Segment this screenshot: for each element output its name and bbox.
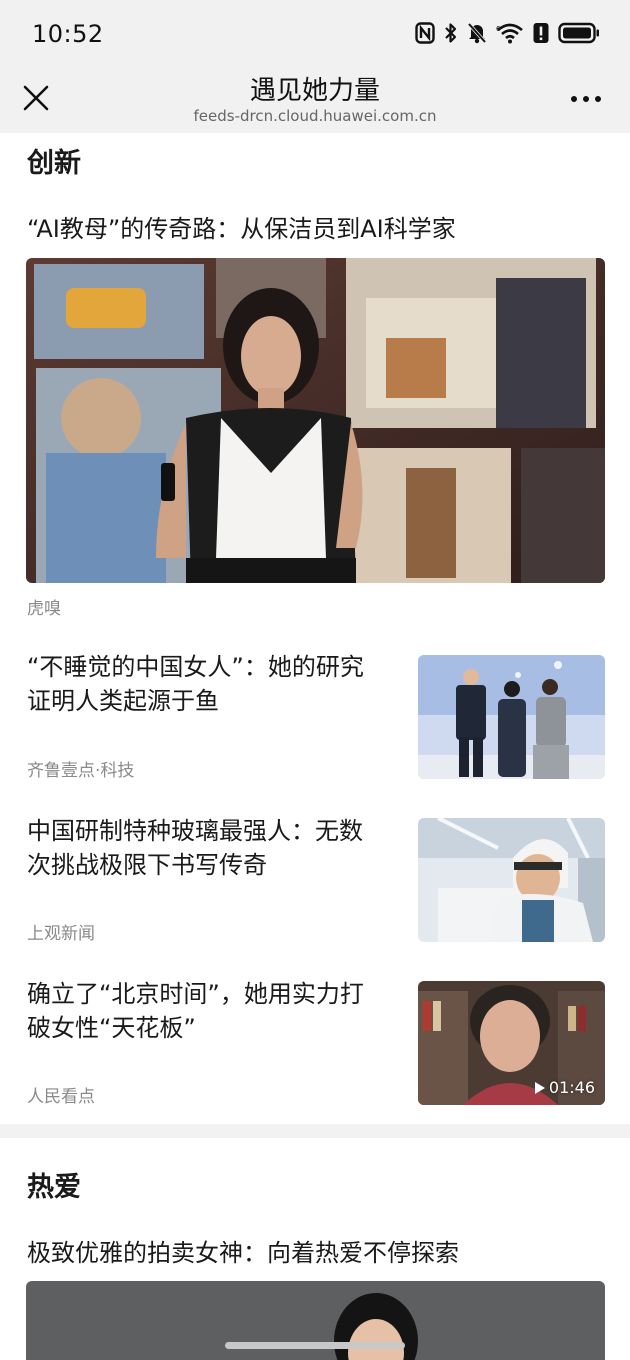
status-bar: 10:52 6 (0, 0, 630, 66)
video-duration-text: 01:46 (548, 1078, 595, 1097)
more-icon[interactable] (570, 95, 602, 103)
list-item-source: 人民看点 (27, 1087, 95, 1107)
page-title: 遇见她力量 (249, 76, 380, 106)
mute-bell-icon (467, 22, 487, 44)
list-item-source: 上观新闻 (27, 924, 95, 944)
battery-icon (558, 22, 599, 44)
thumbnail-photo (418, 655, 605, 779)
list-item-title-line: 中国研制特种玻璃最强人：无数 (27, 817, 363, 845)
status-time: 10:52 (32, 20, 104, 48)
section-title-passion: 热爱 (27, 1172, 81, 1203)
list-item-title-line: 确立了“北京时间”，她用实力打 (27, 980, 364, 1008)
feed-content: 创新 “AI教母”的传奇路：从保洁员到AI科学家 虎嗅 “不睡觉的中国女人”：她… (0, 133, 630, 1360)
section-divider (0, 1124, 630, 1138)
bluetooth-icon (445, 23, 457, 43)
list-item-title-line: 证明人类起源于鱼 (27, 687, 219, 715)
list-item-thumbnail[interactable] (418, 818, 605, 942)
list-item-title[interactable]: 中国研制特种玻璃最强人：无数 次挑战极限下书写传奇 (27, 814, 397, 882)
featured-image[interactable] (26, 258, 605, 583)
list-item-title[interactable]: 确立了“北京时间”，她用实力打 破女性“天花板” (27, 977, 397, 1045)
featured-headline[interactable]: “AI教母”的传奇路：从保洁员到AI科学家 (27, 212, 456, 246)
list-item-title-line: “不睡觉的中国女人”：她的研究 (27, 653, 364, 681)
nav-bar: 遇见她力量 feeds-drcn.cloud.huawei.com.cn (0, 66, 630, 133)
list-item-source: 齐鲁壹点·科技 (27, 761, 135, 781)
thumbnail-photo (418, 818, 605, 942)
play-icon (534, 1081, 545, 1094)
featured-headline[interactable]: 极致优雅的拍卖女神：向着热爱不停探索 (27, 1236, 459, 1270)
svg-text:6: 6 (496, 25, 501, 33)
nfc-icon (415, 22, 435, 44)
list-item-title[interactable]: “不睡觉的中国女人”：她的研究 证明人类起源于鱼 (27, 650, 397, 718)
video-duration: 01:46 (534, 1078, 595, 1097)
section-title-innovation: 创新 (27, 148, 81, 179)
status-icons: 6 (415, 22, 600, 44)
list-item-title-line: 次挑战极限下书写传奇 (27, 851, 267, 879)
featured-photo (26, 258, 605, 583)
wifi-icon: 6 (496, 23, 523, 44)
page-url: feeds-drcn.cloud.huawei.com.cn (193, 107, 437, 125)
list-item-thumbnail[interactable] (418, 655, 605, 779)
alert-icon (533, 23, 549, 43)
list-item-title-line: 破女性“天花板” (27, 1014, 196, 1042)
featured-source: 虎嗅 (27, 599, 61, 619)
home-indicator[interactable] (225, 1342, 405, 1349)
video-thumbnail[interactable]: 01:46 (418, 981, 605, 1105)
